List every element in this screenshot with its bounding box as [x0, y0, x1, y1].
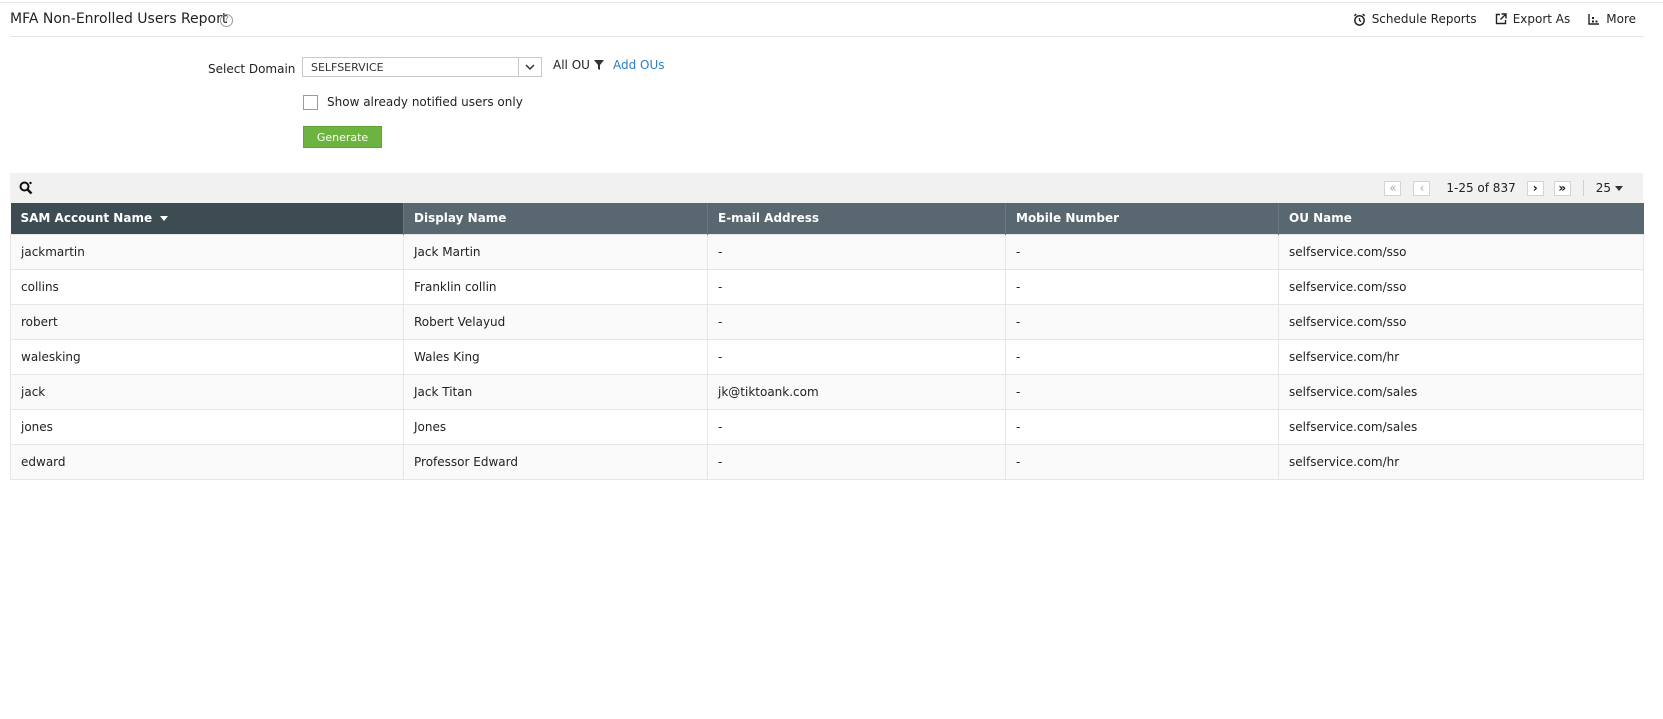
cell-mobile-number: -: [1005, 373, 1279, 410]
cell-sam-account-name: edward: [10, 443, 404, 480]
prev-page-button[interactable]: ‹: [1413, 180, 1431, 196]
export-as-label: Export As: [1512, 12, 1571, 26]
cell-display-name: Franklin collin: [403, 268, 708, 305]
table-row[interactable]: jack Jack Titan jk@tiktoank.com - selfse…: [10, 373, 1644, 410]
column-header-ou-name[interactable]: OU Name: [1278, 203, 1644, 234]
page-size-value: 25: [1595, 181, 1611, 195]
all-ou-label: All OU: [553, 58, 590, 72]
column-header-display-name[interactable]: Display Name: [403, 203, 708, 234]
search-icon[interactable]: [19, 181, 33, 195]
page-range: 1-25 of 837: [1446, 181, 1516, 195]
domain-select[interactable]: SELFSERVICE: [302, 57, 542, 77]
table-row[interactable]: jackmartin Jack Martin - - selfservice.c…: [10, 233, 1644, 270]
cell-display-name: Jack Martin: [403, 233, 708, 270]
cell-sam-account-name: jones: [10, 408, 404, 445]
cell-ou-name: selfservice.com/hr: [1278, 338, 1644, 375]
table-row[interactable]: collins Franklin collin - - selfservice.…: [10, 268, 1644, 305]
next-page-button[interactable]: ›: [1526, 180, 1544, 196]
cell-mobile-number: -: [1005, 268, 1279, 305]
cell-mobile-number: -: [1005, 443, 1279, 480]
cell-display-name: Wales King: [403, 338, 708, 375]
chevron-down-icon[interactable]: [518, 58, 541, 76]
users-table: SAM Account Name Display Name E-mail Add…: [10, 203, 1644, 480]
export-icon: [1495, 13, 1507, 25]
cell-sam-account-name: jackmartin: [10, 233, 404, 270]
page-size-select[interactable]: 25: [1596, 181, 1623, 195]
generate-button[interactable]: Generate: [303, 126, 382, 148]
table-row[interactable]: robert Robert Velayud - - selfservice.co…: [10, 303, 1644, 340]
cell-ou-name: selfservice.com/sso: [1278, 303, 1644, 340]
more-button[interactable]: More: [1588, 12, 1636, 26]
cell-ou-name: selfservice.com/sso: [1278, 233, 1644, 270]
cell-display-name: Jack Titan: [403, 373, 708, 410]
select-domain-label: Select Domain: [208, 62, 296, 76]
cell-sam-account-name: robert: [10, 303, 404, 340]
cell-ou-name: selfservice.com/hr: [1278, 443, 1644, 480]
pagination: « ‹ 1-25 of 837 › » 25: [1384, 179, 1623, 197]
table-row[interactable]: walesking Wales King - - selfservice.com…: [10, 338, 1644, 375]
cell-ou-name: selfservice.com/sales: [1278, 408, 1644, 445]
report-header: MFA Non-Enrolled Users Report ? Schedule…: [10, 8, 1644, 37]
cell-email-address: -: [707, 268, 1006, 305]
table-header-row: SAM Account Name Display Name E-mail Add…: [10, 203, 1644, 234]
top-divider: [0, 2, 1663, 3]
cell-mobile-number: -: [1005, 233, 1279, 270]
add-ous-link[interactable]: Add OUs: [613, 58, 665, 72]
alarm-clock-icon: [1353, 13, 1365, 26]
last-page-button[interactable]: »: [1553, 180, 1571, 196]
cell-sam-account-name: jack: [10, 373, 404, 410]
cell-email-address: -: [707, 443, 1006, 480]
table-toolbar: « ‹ 1-25 of 837 › » 25: [10, 173, 1643, 203]
table-row[interactable]: edward Professor Edward - - selfservice.…: [10, 443, 1644, 480]
cell-email-address: jk@tiktoank.com: [707, 373, 1006, 410]
cell-ou-name: selfservice.com/sales: [1278, 373, 1644, 410]
cell-display-name: Robert Velayud: [403, 303, 708, 340]
cell-email-address: -: [707, 338, 1006, 375]
cell-mobile-number: -: [1005, 408, 1279, 445]
first-page-button[interactable]: «: [1384, 180, 1402, 196]
cell-email-address: -: [707, 303, 1006, 340]
sort-descending-icon: [160, 216, 169, 222]
cell-email-address: -: [707, 408, 1006, 445]
show-notified-label: Show already notified users only: [327, 95, 523, 109]
table-row[interactable]: jones Jones - - selfservice.com/sales: [10, 408, 1644, 445]
caret-down-icon: [1615, 185, 1623, 191]
cell-display-name: Jones: [403, 408, 708, 445]
domain-select-value: SELFSERVICE: [311, 61, 384, 74]
cell-display-name: Professor Edward: [403, 443, 708, 480]
schedule-reports-label: Schedule Reports: [1371, 12, 1477, 26]
schedule-reports-button[interactable]: Schedule Reports: [1353, 12, 1477, 26]
column-header-mobile-number[interactable]: Mobile Number: [1005, 203, 1279, 234]
page-title: MFA Non-Enrolled Users Report: [10, 11, 228, 27]
cell-ou-name: selfservice.com/sso: [1278, 268, 1644, 305]
column-header-email-address[interactable]: E-mail Address: [707, 203, 1006, 234]
show-notified-checkbox[interactable]: [303, 95, 318, 110]
more-icon: [1588, 14, 1600, 25]
cell-mobile-number: -: [1005, 303, 1279, 340]
filter-icon[interactable]: [594, 60, 604, 70]
header-actions: Schedule Reports Export As More: [1353, 12, 1636, 26]
cell-sam-account-name: collins: [10, 268, 404, 305]
cell-mobile-number: -: [1005, 338, 1279, 375]
help-icon[interactable]: ?: [220, 14, 233, 27]
export-as-button[interactable]: Export As: [1495, 12, 1571, 26]
cell-sam-account-name: walesking: [10, 338, 404, 375]
pager-divider: [1582, 180, 1584, 196]
more-label: More: [1606, 12, 1636, 26]
column-header-sam-account-name[interactable]: SAM Account Name: [10, 203, 404, 234]
cell-email-address: -: [707, 233, 1006, 270]
